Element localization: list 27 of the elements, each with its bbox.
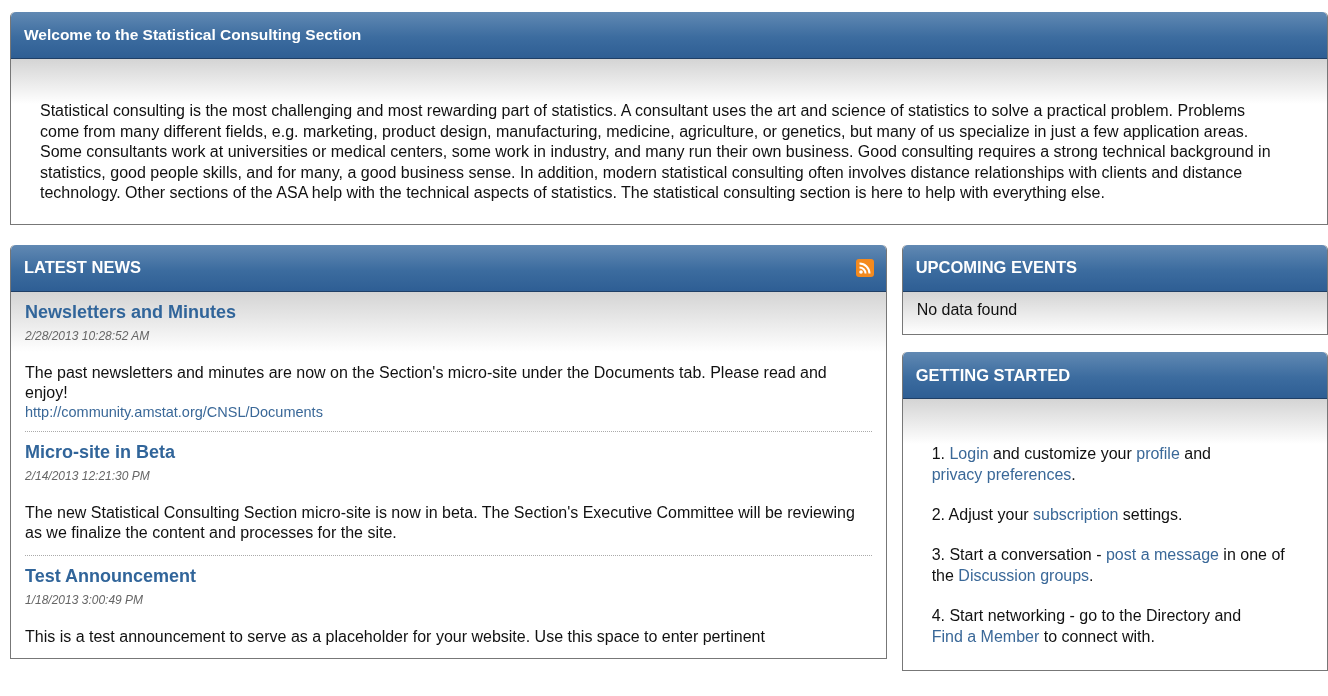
panel-title: UPCOMING EVENTS — [915, 258, 1077, 277]
step-link[interactable]: Login — [949, 445, 989, 462]
news-title-link[interactable]: Newsletters and Minutes — [25, 301, 237, 323]
news-date: 1/18/2013 3:00:49 PM — [25, 592, 144, 607]
panel-title: Welcome to the Statistical Consulting Section — [24, 26, 362, 44]
news-text: This is a test announcement to serve as a placeholder for your website. Use this space to enter pertinent — [25, 626, 765, 647]
news-link[interactable]: http://community.amstat.org/CNSL/Documents — [25, 403, 323, 420]
news-title-link[interactable]: Micro-site in Beta — [25, 441, 176, 463]
news-text: The past newsletters and minutes are now on the Section's micro-site under the Documents tab. Please read and enjoy! — [25, 362, 828, 403]
panel-title: GETTING STARTED — [915, 365, 1071, 385]
panel-title: LATEST NEWS — [24, 258, 142, 277]
news-date: 2/28/2013 10:28:52 AM — [25, 328, 150, 343]
empty-message: No data found — [916, 299, 1019, 320]
step-link[interactable]: privacy preferences — [931, 466, 1072, 483]
step-text: 4. Start networking - go to the Directory and Find a Member to connect with. — [931, 606, 1243, 647]
step-link[interactable]: profile — [1136, 445, 1180, 462]
step-link[interactable]: Find a Member — [931, 628, 1040, 645]
step-text: 3. Start a conversation - post a message in one of the Discussion groups. — [931, 545, 1286, 586]
news-date: 2/14/2013 12:21:30 PM — [25, 468, 150, 483]
step-link[interactable]: subscription — [1033, 506, 1119, 523]
news-text: The new Statistical Consulting Section micro-site is now in beta. The Section's Executive Committee will be reviewing as we finalize the content and processes for the site. — [25, 502, 856, 543]
step-link[interactable]: post a message — [1105, 546, 1219, 563]
welcome-paragraph: Statistical consulting is the most challenging and most rewarding part of statistics. A consultant uses the art and science of statistics to solve a practical problem. Problems come from many different fields, e.g. marketing, product design, manufacturing, medicine, agriculture, or genetics, but many of us specialize in just a few application areas. Some consultants work at universities or medical centers, some work in industry, and many run their own business. Good consulting requires a strong technical background in statistics, good people skills, and for many, a good business sense. In addition, modern statistical consulting often involves distance relationships with clients and distance technology. Other sections of the ASA help with the technical aspects of statistics. The statistical consulting section is here to help with everything else. — [40, 101, 1272, 203]
news-title-link[interactable]: Test Announcement — [25, 565, 196, 587]
rss-icon[interactable] — [855, 258, 874, 277]
step-text: 1. Login and customize your profile and privacy preferences. — [931, 444, 1212, 485]
step-text: 2. Adjust your subscription settings. — [931, 505, 1184, 525]
